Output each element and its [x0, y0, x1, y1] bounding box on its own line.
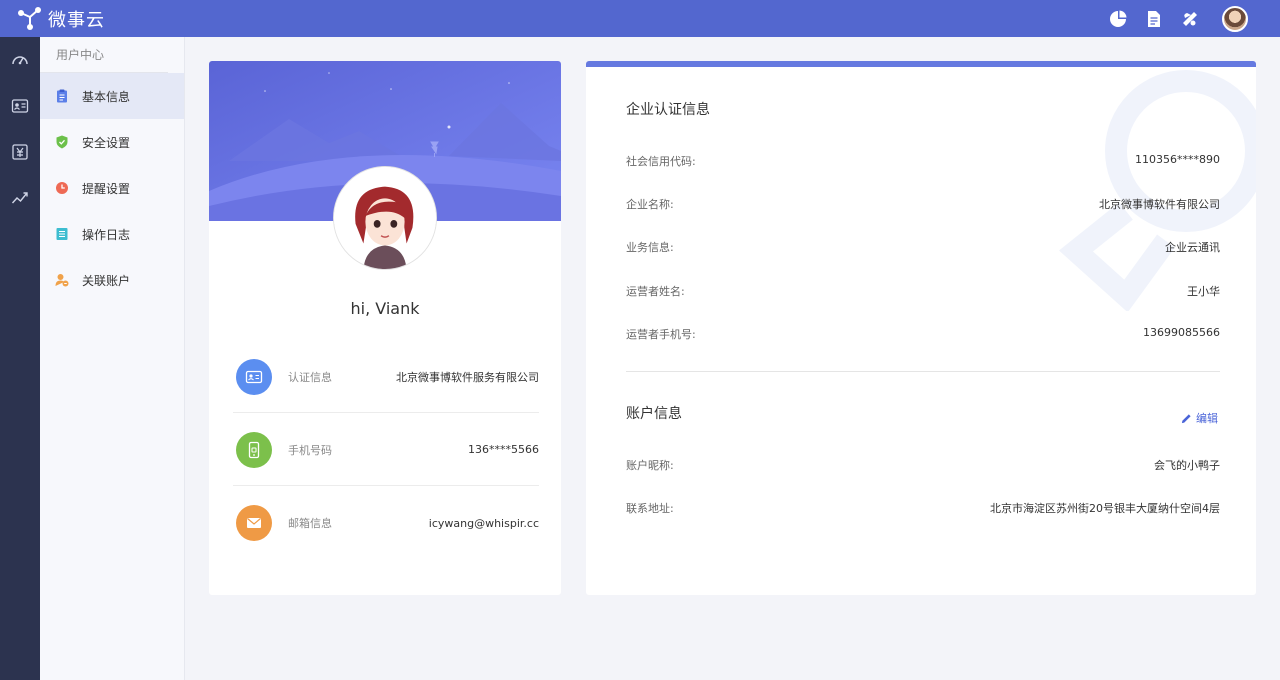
sidebar-item-label: 关联账户 [82, 273, 131, 288]
account-row-address: 联系地址: 北京市海淀区苏州街20号银丰大厦纳什空间4层 [626, 500, 1220, 516]
list-icon [54, 226, 70, 242]
company-row-operator-name: 运营者姓名: 王小华 [626, 283, 1220, 299]
field-value: 会飞的小鸭子 [1154, 459, 1220, 472]
field-label: 运营者手机号: [626, 328, 696, 341]
sidebar-item-basic-info[interactable]: 基本信息 [40, 73, 184, 119]
pie-chart-icon[interactable] [1108, 9, 1128, 29]
sidebar-item-reminder[interactable]: 提醒设置 [40, 165, 184, 211]
info-value: icywang@whispir.cc [428, 516, 539, 530]
profile-greeting: hi, Viank [350, 299, 420, 318]
billing-icon[interactable] [0, 129, 40, 175]
field-value: 110356****890 [1135, 153, 1220, 166]
app-logo[interactable]: 微事云 [16, 5, 105, 33]
info-label: 邮箱信息 [288, 517, 332, 530]
sidebar-heading: 用户中心 [40, 37, 168, 73]
id-card-icon [236, 358, 272, 395]
profile-card: hi, Viank 认证信息 北京微事博软件服务有限公司 手机号码 136***… [209, 61, 561, 595]
detail-card: 企业认证信息 社会信用代码: 110356****890 企业名称: 北京微事博… [586, 61, 1256, 595]
phone-icon [236, 431, 272, 468]
field-label: 账户昵称: [626, 459, 674, 472]
sidebar-item-logs[interactable]: 操作日志 [40, 211, 184, 257]
sidebar-item-security[interactable]: 安全设置 [40, 119, 184, 165]
account-info-title: 账户信息 [626, 406, 682, 422]
id-card-icon[interactable] [0, 83, 40, 129]
user-avatar[interactable] [1222, 5, 1248, 32]
profile-row-certification: 认证信息 北京微事博软件服务有限公司 [233, 341, 539, 413]
edit-button[interactable]: 编辑 [1181, 410, 1218, 426]
field-label: 社会信用代码: [626, 155, 696, 168]
company-row-credit-code: 社会信用代码: 110356****890 [626, 153, 1220, 169]
company-info-title: 企业认证信息 [626, 102, 710, 118]
document-icon[interactable] [1144, 9, 1164, 29]
app-name: 微事云 [48, 9, 105, 31]
shield-icon [54, 134, 70, 150]
sidebar-item-label: 安全设置 [82, 135, 131, 150]
sidebar: 用户中心 基本信息 安全设置 提醒设置 操作日志 关联账户 [40, 37, 185, 680]
sidebar-item-label: 操作日志 [82, 227, 131, 242]
clipboard-icon [54, 88, 70, 104]
sidebar-item-label: 基本信息 [82, 89, 131, 104]
profile-row-email: 邮箱信息 icywang@whispir.cc [233, 487, 539, 559]
sidebar-item-label: 提醒设置 [82, 181, 131, 196]
info-label: 手机号码 [288, 443, 332, 457]
field-value: 王小华 [1187, 285, 1220, 298]
company-row-name: 企业名称: 北京微事博软件有限公司 [626, 196, 1220, 212]
icon-rail [0, 37, 40, 680]
linked-user-icon [54, 272, 70, 288]
edit-label: 编辑 [1196, 412, 1218, 425]
info-value: 北京微事博软件服务有限公司 [396, 370, 539, 384]
profile-avatar[interactable] [333, 166, 437, 270]
clock-icon [54, 180, 70, 196]
dashboard-icon[interactable] [0, 37, 40, 83]
logo-icon [18, 6, 41, 30]
field-value: 北京微事博软件有限公司 [1099, 198, 1220, 211]
pencil-icon [1181, 413, 1191, 423]
field-label: 联系地址: [626, 502, 674, 515]
field-value: 13699085566 [1143, 326, 1220, 339]
trend-chart-icon[interactable] [0, 175, 40, 221]
notification-icon[interactable] [1180, 9, 1200, 29]
field-value: 北京市海淀区苏州街20号银丰大厦纳什空间4层 [990, 502, 1220, 515]
company-row-business: 业务信息: 企业云通讯 [626, 239, 1220, 255]
mail-icon [236, 505, 272, 541]
section-divider [626, 371, 1220, 372]
info-value: 136****5566 [468, 443, 539, 456]
field-label: 业务信息: [626, 241, 674, 254]
profile-row-phone: 手机号码 136****5566 [233, 414, 539, 486]
watermark-badge-icon [1059, 70, 1256, 311]
info-label: 认证信息 [288, 370, 332, 384]
field-label: 企业名称: [626, 198, 674, 211]
field-label: 运营者姓名: [626, 285, 685, 298]
account-row-nickname: 账户昵称: 会飞的小鸭子 [626, 457, 1220, 473]
field-value: 企业云通讯 [1165, 241, 1220, 254]
company-row-operator-phone: 运营者手机号: 13699085566 [626, 326, 1220, 342]
top-bar: 微事云 [0, 0, 1280, 37]
sidebar-item-linked-accounts[interactable]: 关联账户 [40, 257, 184, 303]
